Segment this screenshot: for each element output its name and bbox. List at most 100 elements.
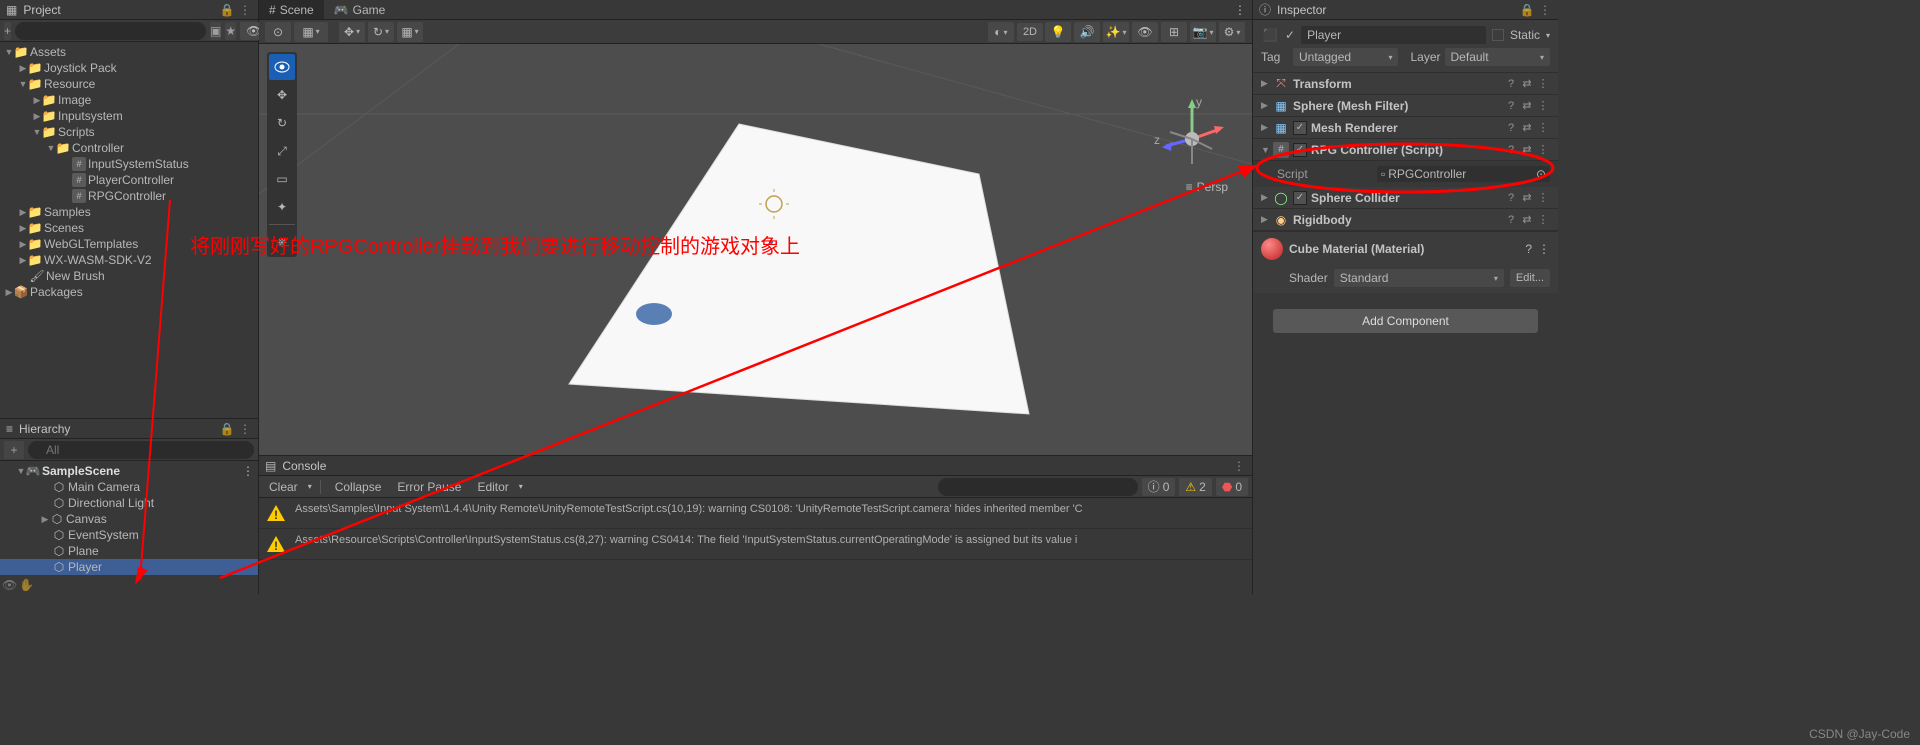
hidden-objects-toggle[interactable]: 👁 [1132, 22, 1158, 42]
axis-gizmo[interactable]: y z [1152, 94, 1232, 184]
grid-snap-dropdown[interactable]: ▦ [397, 22, 423, 42]
preset-icon[interactable]: ⇄ [1520, 191, 1534, 205]
tree-row[interactable]: ▶📁Inputsystem [0, 108, 258, 124]
tree-row[interactable]: #PlayerController [0, 172, 258, 188]
tab-scene[interactable]: #Scene [259, 0, 324, 19]
hierarchy-search-input[interactable] [28, 441, 254, 459]
layer-dropdown[interactable]: Default [1445, 48, 1550, 66]
add-button[interactable]: + [4, 22, 11, 40]
lock-icon[interactable]: 🔒 [220, 3, 234, 17]
tree-row[interactable]: #InputSystemStatus [0, 156, 258, 172]
tree-row[interactable]: ▼📁Scripts [0, 124, 258, 140]
filter-icon[interactable]: ▣ [210, 22, 221, 40]
tab-game[interactable]: 🎮Game [324, 0, 396, 19]
rect-tool[interactable]: ▭ [269, 166, 295, 192]
component-transform[interactable]: ▶⤧Transform?⇄⋮ [1253, 73, 1558, 95]
scene-row[interactable]: ▼🎮SampleScene⋮ [0, 463, 258, 479]
collapse-button[interactable]: Collapse [329, 480, 388, 494]
preset-icon[interactable]: ⇄ [1520, 77, 1534, 91]
perspective-label[interactable]: ≡Persp [1186, 180, 1228, 194]
warn-filter[interactable]: ⚠2 [1179, 478, 1211, 496]
scale-tool[interactable]: ⤢ [269, 138, 295, 164]
hierarchy-item[interactable]: ⬡Main Camera [0, 479, 258, 495]
more-icon[interactable]: ⋮ [1538, 3, 1552, 17]
more-icon[interactable]: ⋮ [1228, 0, 1252, 19]
rotate-tool[interactable]: ↻ [269, 110, 295, 136]
menu-icon[interactable]: ⋮ [1536, 99, 1550, 113]
component-checkbox[interactable]: ✓ [1293, 143, 1307, 157]
component-meshrenderer[interactable]: ▶▦✓Mesh Renderer?⇄⋮ [1253, 117, 1558, 139]
menu-icon[interactable]: ⋮ [1536, 191, 1550, 205]
camera-settings[interactable]: 📷 [1190, 22, 1216, 42]
shader-dropdown[interactable]: Standard [1334, 269, 1504, 287]
component-checkbox[interactable]: ✓ [1293, 191, 1307, 205]
project-search-input[interactable] [15, 22, 206, 40]
tree-row-assets[interactable]: ▼📁Assets [0, 44, 258, 60]
error-filter[interactable]: ⬣0 [1216, 478, 1248, 496]
audio-toggle[interactable]: 🔊 [1074, 22, 1100, 42]
gizmos-dropdown[interactable]: ⚙ [1219, 22, 1245, 42]
menu-icon[interactable]: ⋮ [1536, 143, 1550, 157]
console-message[interactable]: ! Assets\Resource\Scripts\Controller\Inp… [259, 529, 1252, 560]
help-icon[interactable]: ? [1504, 213, 1518, 227]
help-icon[interactable]: ? [1504, 99, 1518, 113]
active-checkbox[interactable]: ✓ [1285, 28, 1295, 42]
error-pause-button[interactable]: Error Pause [391, 480, 467, 494]
help-icon[interactable]: ? [1504, 191, 1518, 205]
hierarchy-item[interactable]: ⬡Plane [0, 543, 258, 559]
eye-toggle-icon[interactable]: 👁 [2, 578, 17, 592]
static-checkbox[interactable] [1492, 29, 1504, 41]
shading-mode-dropdown[interactable]: ▦ [294, 22, 328, 42]
favorites-icon[interactable]: ★ [225, 22, 236, 40]
menu-icon[interactable]: ⋮ [1536, 121, 1550, 135]
help-icon[interactable]: ? [1504, 121, 1518, 135]
tag-dropdown[interactable]: Untagged [1293, 48, 1398, 66]
object-name-field[interactable]: Player [1301, 26, 1486, 44]
more-icon[interactable]: ⋮ [238, 3, 252, 17]
script-field-value[interactable]: ▫RPGController⊙ [1377, 166, 1550, 182]
lighting-toggle[interactable]: 💡 [1045, 22, 1071, 42]
tree-row[interactable]: ▼📁Resource [0, 76, 258, 92]
pivot-center-toggle[interactable]: ⊙ [265, 22, 291, 42]
preset-icon[interactable]: ⇄ [1520, 121, 1534, 135]
more-icon[interactable]: ⋮ [238, 422, 252, 436]
preset-icon[interactable]: ⇄ [1520, 213, 1534, 227]
object-picker-icon[interactable]: ⊙ [1536, 167, 1546, 181]
editor-dropdown[interactable]: Editor [471, 480, 514, 494]
hierarchy-item[interactable]: ▶⬡Canvas [0, 511, 258, 527]
hierarchy-item-player[interactable]: ⬡Player [0, 559, 258, 575]
console-search-input[interactable] [938, 478, 1138, 496]
transform-tool[interactable]: ✦ [269, 194, 295, 220]
tree-row[interactable]: ▶📁Samples [0, 204, 258, 220]
component-meshfilter[interactable]: ▶▦Sphere (Mesh Filter)?⇄⋮ [1253, 95, 1558, 117]
preset-icon[interactable]: ⇄ [1520, 99, 1534, 113]
lock-icon[interactable]: 🔒 [220, 422, 234, 436]
tree-row[interactable]: ▼📁Controller [0, 140, 258, 156]
add-component-button[interactable]: Add Component [1273, 309, 1538, 333]
move-tool[interactable]: ✥ [269, 82, 295, 108]
more-icon[interactable]: ⋮ [242, 464, 254, 478]
render-mode-dropdown[interactable]: ◐ [988, 22, 1014, 42]
tree-row-packages[interactable]: ▶📦Packages [0, 284, 258, 300]
menu-icon[interactable]: ⋮ [1536, 77, 1550, 91]
help-icon[interactable]: ? [1504, 77, 1518, 91]
info-filter[interactable]: ⓘ0 [1142, 478, 1176, 496]
component-rpgcontroller[interactable]: ▼#✓RPG Controller (Script)?⇄⋮ [1253, 139, 1558, 161]
component-checkbox[interactable]: ✓ [1293, 121, 1307, 135]
tree-row[interactable]: ▶📁Joystick Pack [0, 60, 258, 76]
menu-icon[interactable]: ⋮ [1536, 213, 1550, 227]
menu-icon[interactable]: ⋮ [1538, 242, 1550, 256]
console-message[interactable]: ! Assets\Samples\Input System\1.4.4\Unit… [259, 498, 1252, 529]
handle-tool-dropdown[interactable]: ✥ [339, 22, 365, 42]
hand-toggle-icon[interactable]: ✋ [19, 578, 34, 592]
tree-row[interactable]: #RPGController [0, 188, 258, 204]
grid-toggle[interactable]: ⊞ [1161, 22, 1187, 42]
hierarchy-item[interactable]: ⬡EventSystem [0, 527, 258, 543]
help-icon[interactable]: ? [1504, 143, 1518, 157]
view-tool[interactable] [269, 54, 295, 80]
lock-icon[interactable]: 🔒 [1520, 3, 1534, 17]
2d-toggle[interactable]: 2D [1017, 23, 1043, 41]
hierarchy-item[interactable]: ⬡Directional Light [0, 495, 258, 511]
tree-row[interactable]: ▶📁Image [0, 92, 258, 108]
more-icon[interactable]: ⋮ [1232, 459, 1246, 473]
